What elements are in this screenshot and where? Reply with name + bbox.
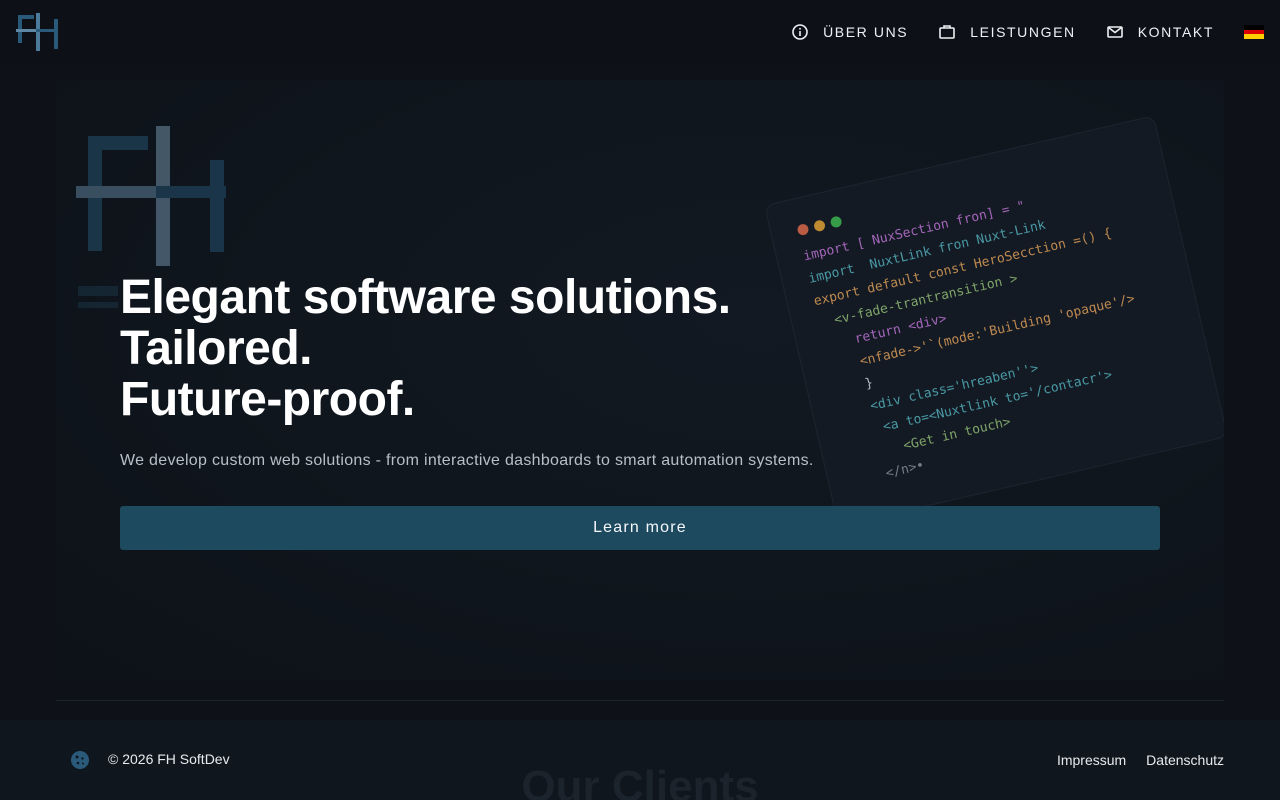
- yellow-dot-icon: [812, 219, 827, 233]
- impressum-link[interactable]: Impressum: [1057, 752, 1126, 768]
- learn-more-button[interactable]: Learn more: [120, 506, 1160, 550]
- german-flag-icon[interactable]: [1244, 25, 1264, 40]
- footer: Our Clients © 2026 FH SoftDev Impressum …: [0, 720, 1280, 800]
- cookie-icon[interactable]: [70, 750, 90, 770]
- nav-label: LEISTUNGEN: [970, 24, 1076, 40]
- copyright-text: © 2026 FH SoftDev: [108, 751, 230, 767]
- main-nav: ÜBER UNS LEISTUNGEN KONTAKT: [761, 23, 1264, 41]
- code-snippet-card: import [ NuxSection fron] = " import Nux…: [764, 115, 1224, 527]
- info-circle-icon: [792, 24, 808, 40]
- hero-section: import [ NuxSection fron] = " import Nux…: [56, 80, 1224, 680]
- footer-links: Impressum Datenschutz: [1057, 752, 1224, 768]
- nav-label: KONTAKT: [1137, 24, 1214, 40]
- nav-item-ueber-uns[interactable]: ÜBER UNS: [791, 23, 908, 41]
- datenschutz-link[interactable]: Datenschutz: [1146, 752, 1224, 768]
- green-dot-icon: [829, 215, 843, 229]
- headline-line: Tailored.: [120, 322, 312, 375]
- section-divider: [56, 700, 1224, 701]
- hero-subtext: We develop custom web solutions - from i…: [120, 452, 814, 469]
- headline-line: Elegant software solutions.: [120, 271, 731, 324]
- mail-icon: [1106, 26, 1123, 38]
- briefcase-icon: [939, 25, 956, 39]
- nav-item-leistungen[interactable]: LEISTUNGEN: [938, 23, 1075, 41]
- headline-line: Future-proof.: [120, 373, 415, 426]
- red-dot-icon: [796, 222, 810, 237]
- fh-logo-icon[interactable]: [16, 11, 60, 53]
- hero-headline: Elegant software solutions. Tailored. Fu…: [120, 272, 731, 425]
- nav-item-kontakt[interactable]: KONTAKT: [1106, 23, 1214, 41]
- top-navbar: ÜBER UNS LEISTUNGEN KONTAKT: [0, 0, 1280, 64]
- nav-label: ÜBER UNS: [823, 24, 909, 40]
